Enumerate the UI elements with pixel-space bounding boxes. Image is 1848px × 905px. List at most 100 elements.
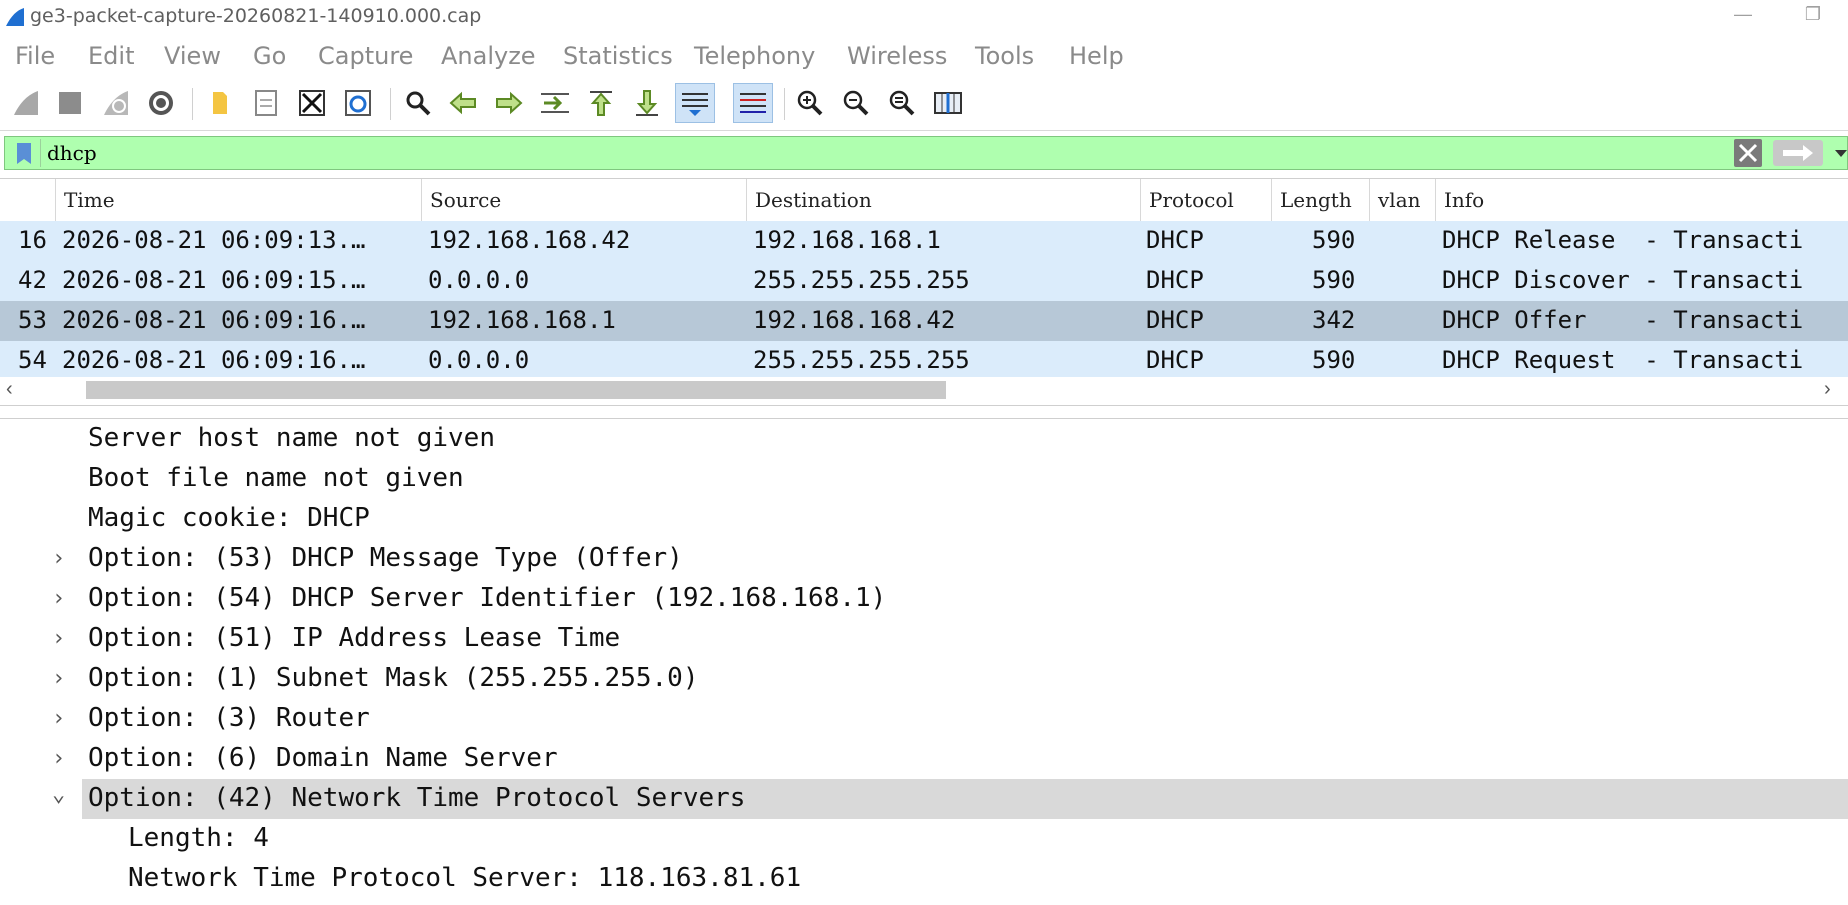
scroll-left-icon[interactable]: ‹ xyxy=(6,378,13,401)
menu-wireless[interactable]: Wireless xyxy=(847,42,947,70)
reload-file-icon[interactable] xyxy=(338,83,378,123)
chevron-right-icon[interactable]: › xyxy=(52,746,65,771)
wireshark-logo-icon xyxy=(6,8,24,26)
packet-length: 590 xyxy=(1312,346,1356,374)
chevron-right-icon[interactable]: › xyxy=(52,706,65,731)
packet-length: 590 xyxy=(1312,226,1356,254)
packet-list-header: Time Source Destination Protocol Length … xyxy=(0,179,1848,221)
detail-row[interactable]: › Option: (53) DHCP Message Type (Offer) xyxy=(0,539,1848,579)
chevron-right-icon[interactable]: › xyxy=(52,586,65,611)
horizontal-scrollbar[interactable]: ‹ › xyxy=(0,377,1848,403)
start-capture-icon[interactable] xyxy=(6,83,46,123)
column-length[interactable]: Length xyxy=(1271,179,1369,221)
go-to-packet-icon[interactable] xyxy=(535,83,575,123)
menu-file[interactable]: File xyxy=(15,42,55,70)
column-time[interactable]: Time xyxy=(55,179,421,221)
packet-info: DHCP Request - Transacti xyxy=(1442,346,1804,374)
go-back-icon[interactable] xyxy=(443,83,483,123)
menu-telephony[interactable]: Telephony xyxy=(694,42,815,70)
capture-options-icon[interactable] xyxy=(141,83,181,123)
menu-view[interactable]: View xyxy=(164,42,221,70)
detail-row[interactable]: › Option: (1) Subnet Mask (255.255.255.0… xyxy=(0,659,1848,699)
detail-row[interactable]: › Option: (6) Domain Name Server xyxy=(0,739,1848,779)
detail-row[interactable]: Magic cookie: DHCP xyxy=(0,499,1848,539)
main-toolbar xyxy=(0,78,1848,131)
menu-analyze[interactable]: Analyze xyxy=(441,42,536,70)
resize-columns-icon[interactable] xyxy=(928,83,968,123)
packet-destination: 192.168.168.42 xyxy=(753,306,956,334)
detail-text: Option: (6) Domain Name Server xyxy=(88,743,558,773)
packet-info: DHCP Discover - Transacti xyxy=(1442,266,1804,294)
detail-text: Option: (51) IP Address Lease Time xyxy=(88,623,621,653)
first-packet-icon[interactable] xyxy=(581,83,621,123)
chevron-down-icon[interactable]: ⌄ xyxy=(52,782,65,807)
detail-row[interactable]: › Option: (51) IP Address Lease Time xyxy=(0,619,1848,659)
packet-row[interactable]: 16 2026-08-21 06:09:13.… 192.168.168.42 … xyxy=(0,221,1848,261)
packet-no: 42 xyxy=(18,266,47,294)
packet-destination: 192.168.168.1 xyxy=(753,226,941,254)
normal-size-icon[interactable] xyxy=(882,83,922,123)
save-file-icon[interactable] xyxy=(246,83,286,123)
chevron-down-icon[interactable] xyxy=(1833,145,1848,161)
column-source[interactable]: Source xyxy=(421,179,746,221)
menu-go[interactable]: Go xyxy=(253,42,286,70)
minimize-button[interactable]: — xyxy=(1720,4,1766,28)
menu-help[interactable]: Help xyxy=(1069,42,1124,70)
packet-protocol: DHCP xyxy=(1146,226,1204,254)
detail-text: Option: (54) DHCP Server Identifier (192… xyxy=(88,583,887,613)
packet-row-selected[interactable]: 53 2026-08-21 06:09:16.… 192.168.168.1 1… xyxy=(0,301,1848,341)
column-protocol[interactable]: Protocol xyxy=(1140,179,1271,221)
detail-text: Boot file name not given xyxy=(88,463,464,493)
packet-info: DHCP Release - Transacti xyxy=(1442,226,1804,254)
open-file-icon[interactable] xyxy=(200,83,240,123)
last-packet-icon[interactable] xyxy=(627,83,667,123)
window-title: ge3-packet-capture-20260821-140910.000.c… xyxy=(30,5,482,27)
stop-capture-icon[interactable] xyxy=(50,83,90,123)
restore-button[interactable]: ❐ xyxy=(1790,4,1836,28)
menu-tools[interactable]: Tools xyxy=(975,42,1034,70)
clear-filter-icon[interactable] xyxy=(1734,139,1762,167)
packet-protocol: DHCP xyxy=(1146,346,1204,374)
column-vlan[interactable]: vlan xyxy=(1369,179,1435,221)
menu-statistics[interactable]: Statistics xyxy=(563,42,673,70)
chevron-right-icon[interactable]: › xyxy=(52,666,65,691)
detail-text: Magic cookie: DHCP xyxy=(88,503,370,533)
scroll-right-icon[interactable]: › xyxy=(1824,378,1831,401)
detail-row-selected[interactable]: ⌄ Option: (42) Network Time Protocol Ser… xyxy=(0,779,1848,819)
detail-row[interactable]: Network Time Protocol Server: 118.163.81… xyxy=(0,859,1848,899)
column-no[interactable] xyxy=(0,179,55,221)
packet-time: 2026-08-21 06:09:16.… xyxy=(62,346,366,374)
packet-row[interactable]: 42 2026-08-21 06:09:15.… 0.0.0.0 255.255… xyxy=(0,261,1848,301)
display-filter-input[interactable] xyxy=(47,140,1727,166)
chevron-right-icon[interactable]: › xyxy=(52,546,65,571)
detail-row[interactable]: Length: 4 xyxy=(0,819,1848,859)
chevron-right-icon[interactable]: › xyxy=(52,626,65,651)
zoom-out-icon[interactable] xyxy=(836,83,876,123)
scrollbar-thumb[interactable] xyxy=(86,381,946,399)
packet-source: 192.168.168.42 xyxy=(428,226,631,254)
close-file-icon[interactable] xyxy=(292,83,332,123)
restart-capture-icon[interactable] xyxy=(96,83,136,123)
find-packet-icon[interactable] xyxy=(398,83,438,123)
column-destination[interactable]: Destination xyxy=(746,179,1140,221)
column-info[interactable]: Info xyxy=(1435,179,1848,221)
menu-edit[interactable]: Edit xyxy=(88,42,134,70)
detail-row[interactable]: Server host name not given xyxy=(0,419,1848,459)
packet-row[interactable]: 54 2026-08-21 06:09:16.… 0.0.0.0 255.255… xyxy=(0,341,1848,381)
colorize-icon[interactable] xyxy=(733,83,773,123)
packet-details-pane: Server host name not given Boot file nam… xyxy=(0,418,1848,905)
bookmark-icon[interactable] xyxy=(8,139,41,167)
detail-text: Option: (3) Router xyxy=(88,703,370,733)
apply-filter-icon[interactable] xyxy=(1773,140,1823,166)
packet-list: Time Source Destination Protocol Length … xyxy=(0,178,1848,406)
detail-row[interactable]: Boot file name not given xyxy=(0,459,1848,499)
detail-text: Length: 4 xyxy=(128,823,269,853)
title-bar: ge3-packet-capture-20260821-140910.000.c… xyxy=(0,0,1848,33)
detail-row[interactable]: › Option: (54) DHCP Server Identifier (1… xyxy=(0,579,1848,619)
packet-protocol: DHCP xyxy=(1146,306,1204,334)
auto-scroll-icon[interactable] xyxy=(675,83,715,123)
menu-capture[interactable]: Capture xyxy=(318,42,413,70)
detail-row[interactable]: › Option: (3) Router xyxy=(0,699,1848,739)
go-forward-icon[interactable] xyxy=(489,83,529,123)
zoom-in-icon[interactable] xyxy=(790,83,830,123)
